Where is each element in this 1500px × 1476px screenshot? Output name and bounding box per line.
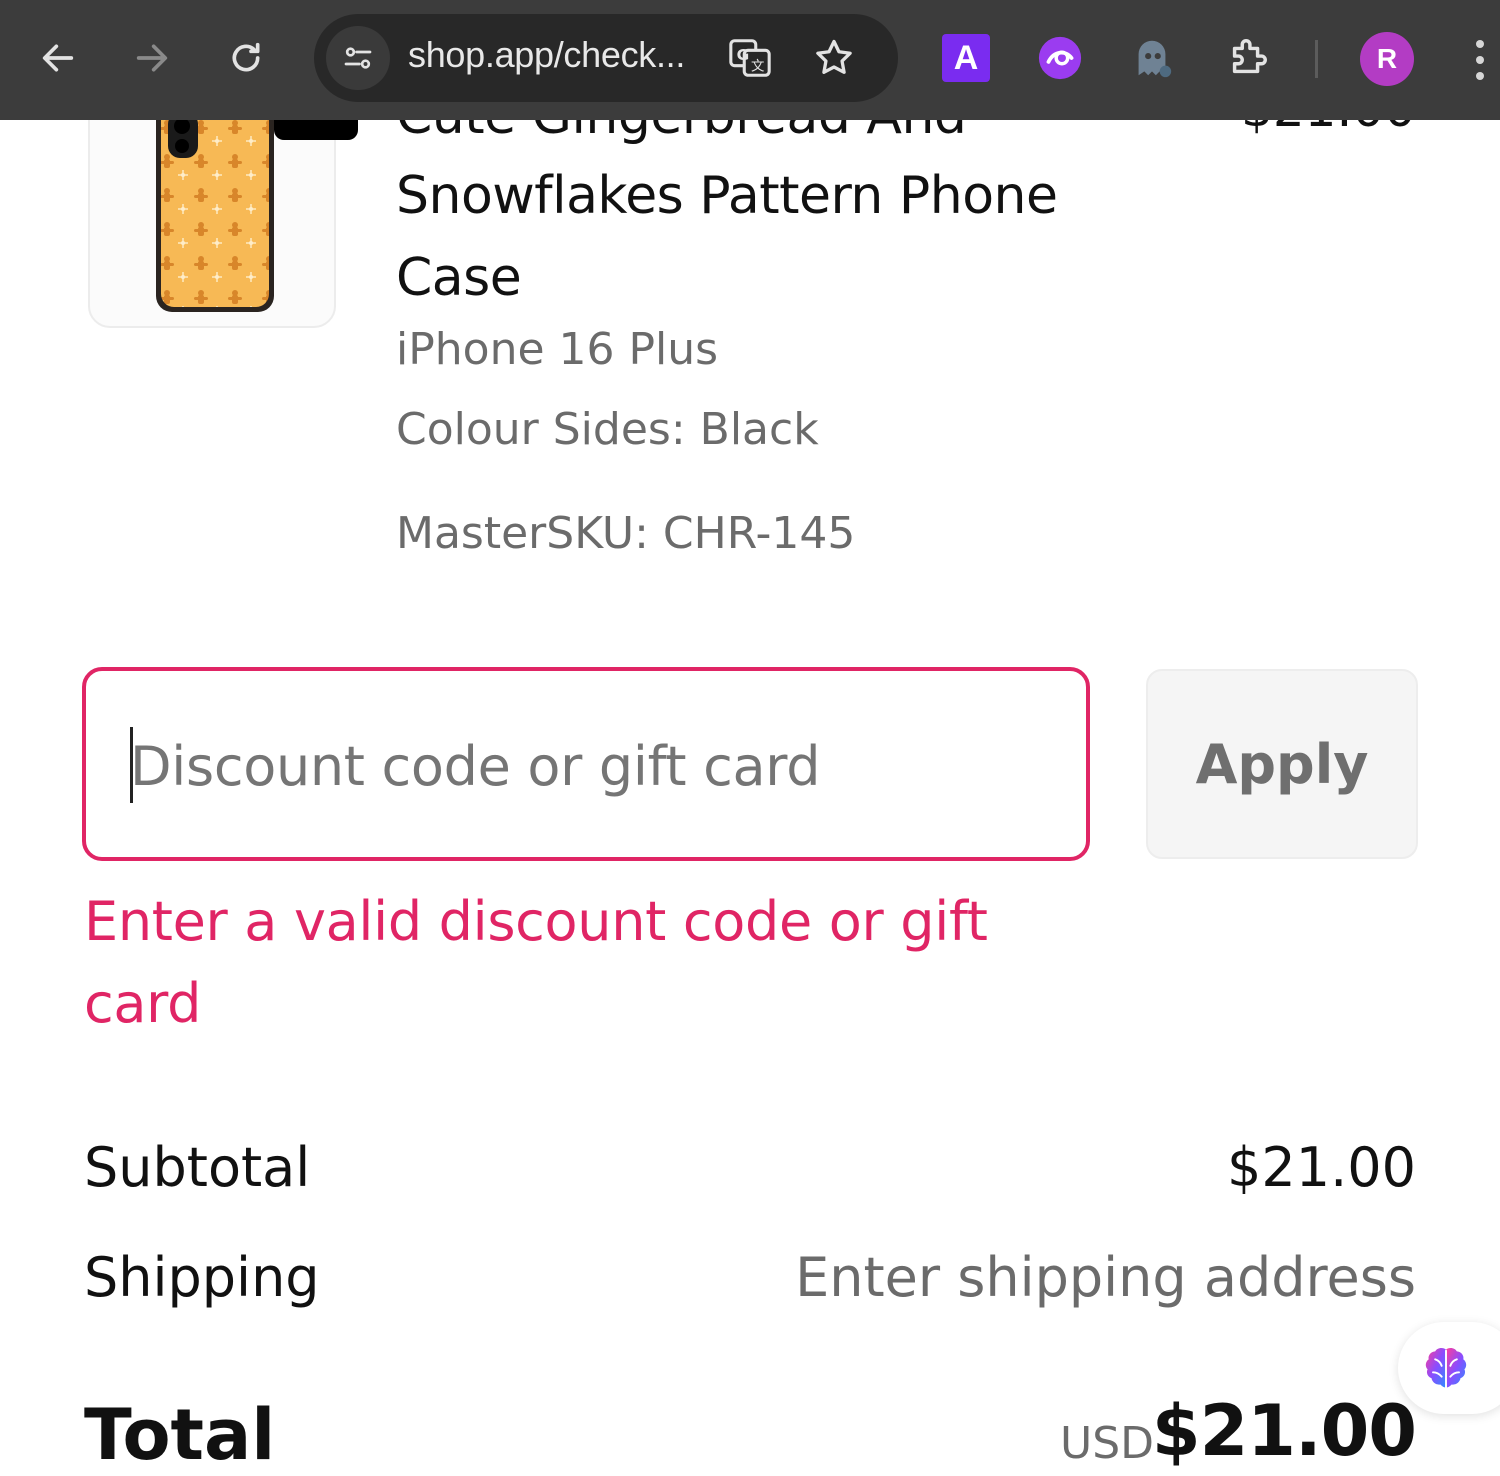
profile-avatar[interactable]: R [1360, 32, 1414, 86]
apply-button[interactable]: Apply [1146, 669, 1418, 859]
svg-text:G: G [737, 46, 750, 64]
forward-button[interactable] [124, 30, 180, 86]
discount-error-line-2: card [84, 972, 202, 1035]
subtotal-value: $21.00 [1227, 1136, 1416, 1199]
variant-colour: Colour Sides: Black [396, 404, 819, 455]
total-value: $21.00 [1151, 1390, 1417, 1472]
total-label: Total [84, 1394, 276, 1476]
extension-ghost-icon[interactable] [1128, 34, 1176, 82]
browser-menu-icon[interactable] [1466, 38, 1492, 82]
arrow-right-icon [136, 44, 168, 72]
shipping-value: Enter shipping address [795, 1246, 1416, 1309]
assistant-widget[interactable] [1398, 1322, 1500, 1414]
shipping-label: Shipping [84, 1246, 320, 1309]
bookmark-star-icon[interactable] [810, 34, 858, 82]
address-bar[interactable]: shop.app/check... G文 [314, 14, 898, 102]
extensions-puzzle-icon[interactable] [1224, 34, 1272, 82]
discount-placeholder: Discount code or gift card [130, 735, 821, 798]
translate-icon[interactable]: G文 [726, 34, 774, 82]
extension-purple-icon[interactable] [1036, 34, 1084, 82]
arrow-left-icon [42, 44, 74, 72]
product-sku: MasterSKU: CHR-145 [396, 508, 856, 559]
subtotal-label: Subtotal [84, 1136, 311, 1199]
product-title-line-2: Snowflakes Pattern Phone [396, 166, 1058, 226]
site-settings-icon[interactable] [326, 26, 390, 90]
extension-a-icon[interactable]: A [942, 34, 990, 82]
back-button[interactable] [30, 30, 86, 86]
total-currency: USD [1059, 1418, 1154, 1469]
reload-button[interactable] [218, 30, 274, 86]
discount-code-input[interactable]: Discount code or gift card [82, 667, 1090, 861]
discount-error-line-1: Enter a valid discount code or gift [84, 890, 988, 953]
variant-model: iPhone 16 Plus [396, 324, 719, 375]
toolbar-divider [1315, 40, 1318, 78]
svg-text:文: 文 [751, 58, 764, 74]
brain-icon [1425, 1347, 1467, 1389]
url-text[interactable]: shop.app/check... [408, 34, 685, 76]
product-title-line-3: Case [396, 248, 522, 308]
reload-icon [232, 42, 260, 72]
browser-toolbar: shop.app/check... G文 A R [0, 0, 1500, 120]
